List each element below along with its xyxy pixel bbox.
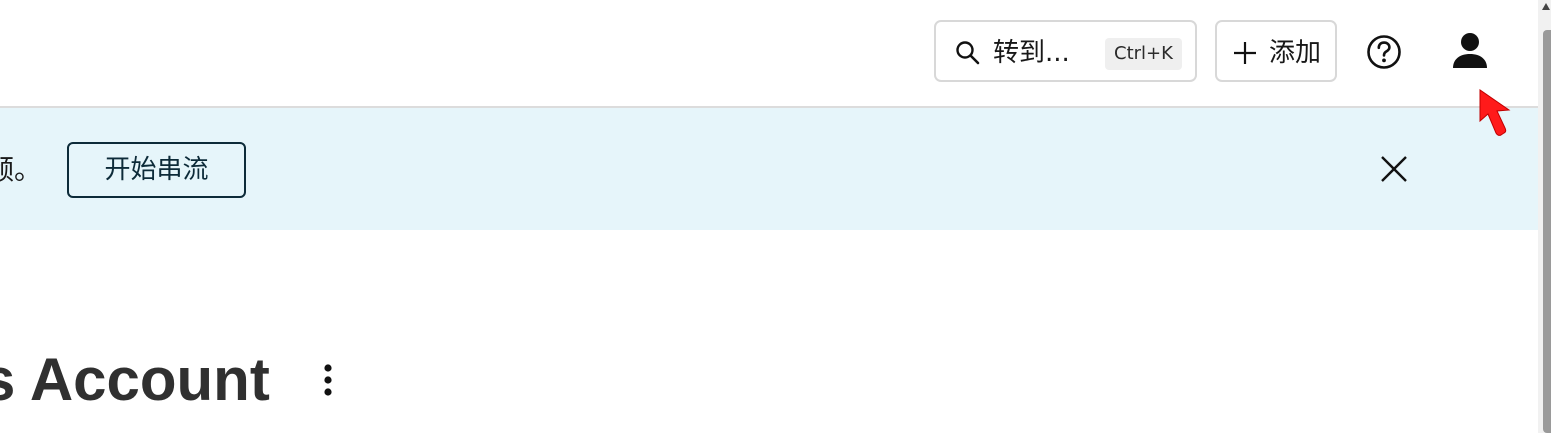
- goto-search-label: 转到...: [993, 38, 1070, 68]
- top-bar: 转到... Ctrl+K 添加: [0, 0, 1538, 108]
- page-title: s Account: [0, 346, 270, 413]
- help-icon[interactable]: [1365, 33, 1403, 71]
- banner-message: 频。: [0, 153, 43, 186]
- keyboard-shortcut-badge: Ctrl+K: [1105, 38, 1182, 70]
- notification-banner: 频。 开始串流: [0, 108, 1538, 230]
- close-icon[interactable]: [1378, 153, 1410, 185]
- search-icon: [956, 41, 980, 65]
- goto-search-button[interactable]: 转到... Ctrl+K: [934, 20, 1197, 82]
- plus-icon: [1234, 42, 1256, 64]
- scrollbar-thumb[interactable]: [1543, 30, 1551, 433]
- vertical-scrollbar[interactable]: [1538, 0, 1551, 433]
- more-vertical-icon[interactable]: [318, 360, 338, 400]
- start-streaming-button[interactable]: 开始串流: [67, 142, 246, 198]
- scroll-up-arrow-icon[interactable]: [1541, 2, 1551, 12]
- add-button[interactable]: 添加: [1215, 20, 1337, 82]
- add-button-label: 添加: [1269, 38, 1322, 68]
- user-icon[interactable]: [1450, 30, 1490, 72]
